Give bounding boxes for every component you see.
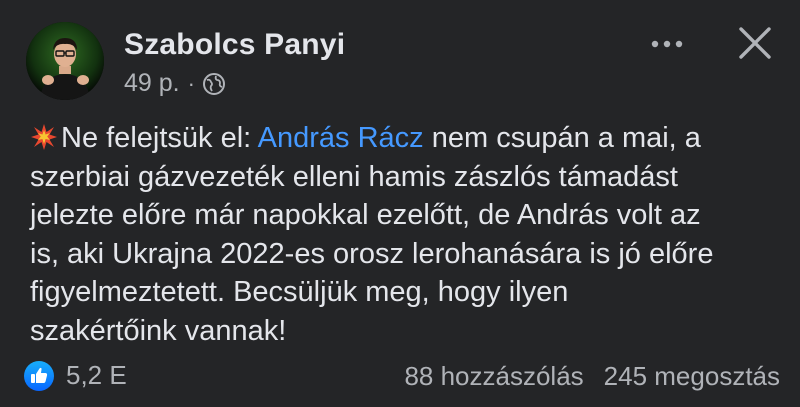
engagement-counts: 88 hozzászólás 245 megosztás	[404, 361, 780, 392]
post-time[interactable]: 49 p.	[124, 69, 180, 98]
mention-link[interactable]: András Rácz	[258, 122, 424, 154]
profile-photo	[26, 22, 104, 100]
post-line-6: szakértőink vannak!	[30, 314, 287, 347]
author-name[interactable]: Szabolcs Panyi	[124, 28, 345, 62]
more-dots-icon	[651, 40, 683, 48]
shares-count[interactable]: 245 megosztás	[604, 361, 780, 391]
post-body: Ne felejtsük el: András Rácz nem csupán …	[30, 119, 780, 350]
close-icon	[739, 27, 771, 59]
post-line-5: figyelmeztetett. Becsüljük meg, hogy ily…	[30, 276, 569, 308]
more-options-button[interactable]	[642, 26, 692, 62]
globe-icon[interactable]	[202, 72, 226, 96]
post-line-3: jelezte előre már napokkal ezelőtt, de A…	[30, 199, 701, 231]
comments-count[interactable]: 88 hozzászólás	[404, 361, 583, 391]
meta-separator: ·	[187, 70, 195, 96]
close-button[interactable]	[732, 20, 778, 66]
post-text-intro: Ne felejtsük el:	[61, 122, 258, 154]
like-icon	[24, 360, 54, 391]
post-text-continuation: nem csupán a mai, a	[423, 122, 701, 154]
collision-emoji-icon	[30, 123, 58, 151]
reactions-summary[interactable]: 5,2 E	[24, 360, 127, 391]
post-meta: 49 p. ·	[124, 69, 226, 98]
post-line-4: is, aki Ukrajna 2022-es orosz lerohanásá…	[30, 237, 714, 270]
reaction-count: 5,2 E	[66, 360, 127, 390]
author-avatar[interactable]	[26, 22, 104, 100]
post-line-2: szerbiai gázvezeték elleni hamis zászlós…	[30, 160, 678, 193]
post-footer: 5,2 E 88 hozzászólás 245 megosztás	[24, 360, 780, 396]
post-line-1: Ne felejtsük el: András Rácz nem csupán …	[30, 119, 780, 158]
